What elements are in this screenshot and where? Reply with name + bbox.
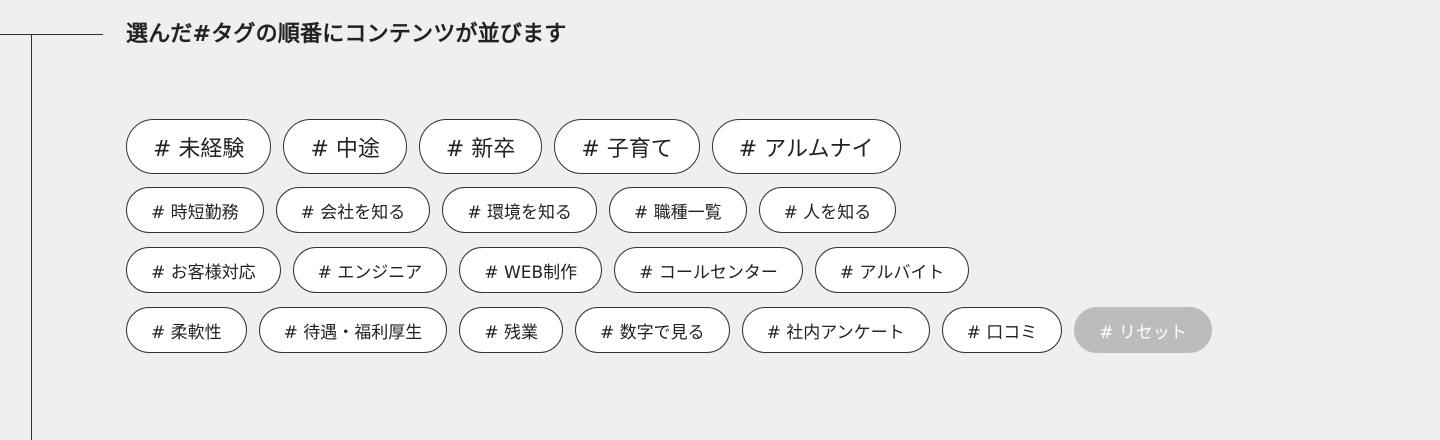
secondary-tag-row: # 柔軟性 # 待遇・福利厚生 # 残業 # 数字で見る # 社内アンケート #… [126, 307, 1212, 353]
primary-tag-row: # 未経験 # 中途 # 新卒 # 子育て # アルムナイ [126, 119, 901, 174]
tag-button-chuto[interactable]: # 中途 [283, 119, 407, 174]
reset-button[interactable]: # リセット [1074, 307, 1212, 353]
secondary-tag-row: # 時短勤務 # 会社を知る # 環境を知る # 職種一覧 # 人を知る [126, 187, 897, 233]
tag-button-kaisha-wo-shiru[interactable]: # 会社を知る [275, 187, 431, 233]
secondary-tag-row: # お客様対応 # エンジニア # WEB制作 # コールセンター # アルバイ… [126, 247, 970, 293]
tag-button-kankyo-wo-shiru[interactable]: # 環境を知る [442, 187, 597, 233]
tag-button-shinsotsu[interactable]: # 新卒 [418, 119, 543, 174]
tag-button-kosodate[interactable]: # 子育て [554, 119, 700, 174]
tag-button-suji-de-miru[interactable]: # 数字で見る [574, 307, 730, 353]
decorative-vertical-line [31, 34, 32, 440]
tag-button-okyakusama-taio[interactable]: # お客様対応 [126, 247, 281, 293]
tag-button-shanai-enquete[interactable]: # 社内アンケート [741, 307, 930, 353]
tag-button-alumni[interactable]: # アルムナイ [711, 119, 901, 174]
tag-button-engineer[interactable]: # エンジニア [292, 247, 448, 293]
tag-button-junansei[interactable]: # 柔軟性 [126, 307, 247, 353]
tag-button-hito-wo-shiru[interactable]: # 人を知る [758, 187, 897, 233]
tag-button-mikeiken[interactable]: # 未経験 [126, 119, 272, 174]
tag-button-zangyo[interactable]: # 残業 [459, 307, 563, 353]
tag-button-jitan-kinmu[interactable]: # 時短勤務 [126, 187, 264, 233]
tag-button-taigu-fukuri-kosei[interactable]: # 待遇・福利厚生 [258, 307, 448, 353]
tag-button-web-seisaku[interactable]: # WEB制作 [459, 247, 603, 293]
tag-button-call-center[interactable]: # コールセンター [614, 247, 803, 293]
tag-button-kuchikomi[interactable]: # 口コミ [941, 307, 1063, 353]
tag-button-arubaito[interactable]: # アルバイト [814, 247, 970, 293]
section-heading: 選んだ#タグの順番にコンテンツが並びます [126, 22, 567, 47]
decorative-horizontal-line [0, 34, 103, 35]
tag-button-shokushu-ichiran[interactable]: # 職種一覧 [608, 187, 747, 233]
